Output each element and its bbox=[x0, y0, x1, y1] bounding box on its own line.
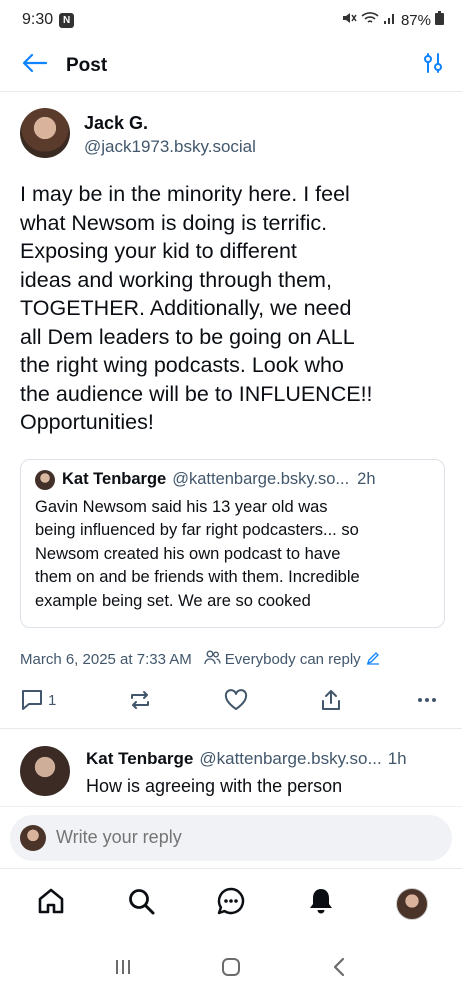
reply-body: Kat Tenbarge @kattenbarge.bsky.so... 1h … bbox=[86, 746, 450, 806]
post-author-row[interactable]: Jack G. @jack1973.bsky.social bbox=[20, 108, 445, 160]
repost-icon bbox=[128, 689, 152, 711]
profile-avatar[interactable] bbox=[396, 887, 428, 920]
repost-button[interactable] bbox=[128, 689, 152, 711]
notifications-icon[interactable] bbox=[306, 886, 336, 921]
page-title: Post bbox=[66, 54, 108, 76]
more-dots-icon bbox=[415, 689, 439, 711]
quoted-post-time: 2h bbox=[357, 470, 376, 488]
reply-permission[interactable]: Everybody can reply bbox=[204, 650, 384, 669]
quoted-author-avatar bbox=[35, 469, 55, 490]
people-icon bbox=[204, 650, 225, 669]
reply-post[interactable]: Kat Tenbarge @kattenbarge.bsky.so... 1h … bbox=[20, 746, 450, 806]
post-meta: March 6, 2025 at 7:33 AM Everybody can r… bbox=[20, 650, 445, 669]
back-arrow-icon[interactable] bbox=[22, 53, 48, 78]
quoted-post-header: Kat Tenbarge @kattenbarge.bsky.so... 2h bbox=[35, 469, 430, 490]
home-icon[interactable] bbox=[36, 886, 66, 921]
reply-input[interactable] bbox=[56, 827, 416, 848]
status-bar: 9:30 N 87% bbox=[0, 0, 462, 40]
search-icon[interactable] bbox=[126, 886, 156, 921]
quoted-author-handle: @kattenbarge.bsky.so... bbox=[172, 470, 350, 488]
header: Post bbox=[0, 40, 462, 92]
recent-apps-icon[interactable] bbox=[113, 957, 133, 982]
quoted-post-text: Gavin Newsom said his 13 year old was be… bbox=[35, 497, 360, 610]
home-button-icon[interactable] bbox=[220, 956, 242, 983]
status-time: 9:30 bbox=[22, 11, 54, 28]
battery-percent: 87% bbox=[400, 11, 431, 29]
heart-icon bbox=[224, 689, 248, 711]
mute-icon bbox=[341, 11, 357, 29]
reply-time: 1h bbox=[387, 749, 407, 768]
notification-badge-icon: N bbox=[59, 12, 75, 28]
wifi-icon bbox=[361, 11, 379, 29]
author-name[interactable]: Jack G. bbox=[84, 112, 256, 134]
post-text: I may be in the minority here. I feel wh… bbox=[20, 182, 373, 434]
quoted-post[interactable]: Kat Tenbarge @kattenbarge.bsky.so... 2h … bbox=[20, 458, 445, 628]
like-button[interactable] bbox=[224, 689, 248, 711]
status-left: 9:30 N bbox=[22, 11, 75, 29]
composer-avatar bbox=[20, 824, 46, 851]
more-options-button[interactable] bbox=[415, 689, 439, 711]
share-icon bbox=[319, 689, 343, 711]
filter-settings-icon[interactable] bbox=[422, 52, 444, 79]
quoted-author-name: Kat Tenbarge bbox=[62, 470, 167, 488]
reply-count: 1 bbox=[48, 691, 57, 709]
reply-author-handle[interactable]: @kattenbarge.bsky.so... bbox=[199, 746, 381, 772]
reply-text: How is agreeing with the person bbox=[86, 776, 343, 796]
reply-author-name[interactable]: Kat Tenbarge bbox=[86, 746, 193, 772]
author-handle[interactable]: @jack1973.bsky.social bbox=[84, 134, 256, 160]
main-post: Jack G. @jack1973.bsky.social I may be i… bbox=[20, 108, 445, 711]
reply-icon bbox=[20, 689, 44, 711]
bottom-navigation bbox=[0, 868, 462, 938]
status-right: 87% bbox=[341, 11, 444, 29]
chat-icon[interactable] bbox=[216, 886, 246, 921]
author-avatar[interactable] bbox=[20, 108, 70, 158]
battery-icon bbox=[435, 11, 444, 29]
reply-author-avatar[interactable] bbox=[20, 746, 70, 796]
post-timestamp: March 6, 2025 at 7:33 AM bbox=[20, 651, 192, 668]
reply-header: Kat Tenbarge @kattenbarge.bsky.so... 1h bbox=[86, 746, 450, 772]
reply-composer-bar bbox=[0, 806, 462, 868]
author-info: Jack G. @jack1973.bsky.social bbox=[84, 112, 256, 160]
thread-divider bbox=[0, 728, 462, 729]
reply-permission-label: Everybody can reply bbox=[224, 651, 361, 668]
back-button-icon[interactable] bbox=[329, 956, 349, 983]
reply-composer[interactable] bbox=[10, 814, 452, 861]
system-navigation-bar bbox=[0, 938, 462, 1000]
share-button[interactable] bbox=[319, 689, 343, 711]
reply-button[interactable]: 1 bbox=[20, 689, 56, 711]
signal-icon bbox=[383, 11, 397, 29]
post-actions: 1 bbox=[20, 689, 445, 711]
edit-pencil-icon[interactable] bbox=[366, 651, 384, 669]
